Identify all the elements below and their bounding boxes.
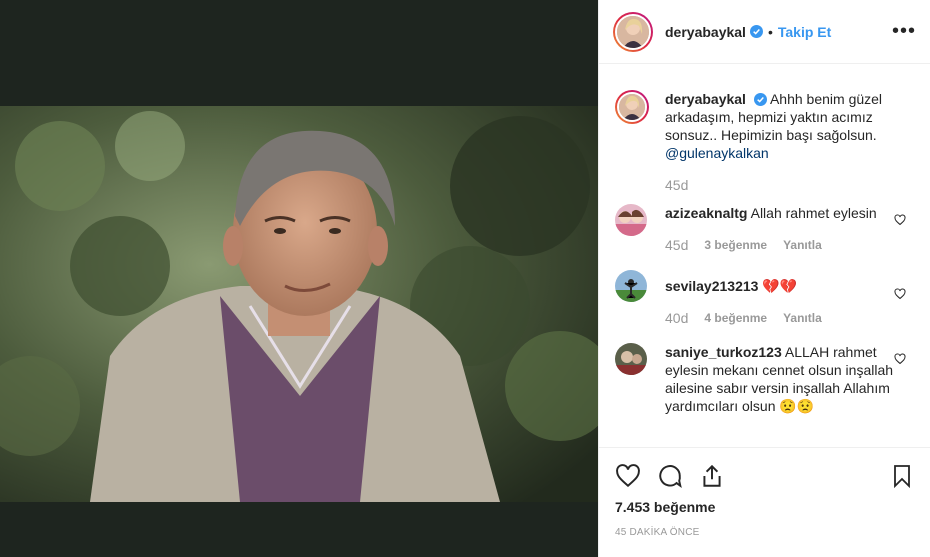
comment-likes[interactable]: 4 beğenme <box>704 309 767 327</box>
author-avatar[interactable] <box>613 11 653 52</box>
comment-item: azizeaknaltg Allah rahmet eylesin 45d 3 … <box>615 204 914 254</box>
commenter-avatar[interactable] <box>615 204 647 236</box>
like-count[interactable]: 7.453 beğenme <box>615 499 914 515</box>
reply-button[interactable]: Yanıtla <box>783 236 822 254</box>
comment-like-heart-icon[interactable] <box>894 288 906 300</box>
portrait-image <box>0 106 598 502</box>
caption-mention[interactable]: @gulenaykalkan <box>665 145 769 161</box>
post-sidebar: deryabaykal • Takip Et ••• deryabaykal A… <box>598 0 930 557</box>
verified-badge-icon <box>753 93 767 106</box>
comment-like-heart-icon[interactable] <box>894 353 906 365</box>
comment-username[interactable]: sevilay213213 <box>665 278 758 294</box>
comment-time[interactable]: 45d <box>665 236 688 254</box>
comment-text: Allah rahmet eylesin <box>750 205 877 221</box>
comment-username[interactable]: azizeaknaltg <box>665 205 747 221</box>
comment-like-heart-icon[interactable] <box>894 214 906 226</box>
comment-bubble-icon[interactable] <box>657 463 683 489</box>
more-options-icon[interactable]: ••• <box>892 20 916 43</box>
verified-badge-icon <box>749 25 763 38</box>
photo-background <box>0 0 598 557</box>
post-actions: 7.453 beğenme 45 DAKİKA ÖNCE <box>599 447 930 538</box>
comment-username[interactable]: saniye_turkoz123 <box>665 344 782 360</box>
comments-list[interactable]: deryabaykal Ahhh benim güzel arkadaşım, … <box>599 78 930 448</box>
comment-text: 💔💔 <box>762 278 798 294</box>
comment-item: saniye_turkoz123 ALLAH rahmet eylesin me… <box>615 343 914 415</box>
commenter-avatar[interactable] <box>615 343 647 375</box>
post-timestamp[interactable]: 45 DAKİKA ÖNCE <box>615 527 914 538</box>
author-username[interactable]: deryabaykal <box>665 24 746 40</box>
post-header: deryabaykal • Takip Et ••• <box>599 0 930 64</box>
follow-button[interactable]: Takip Et <box>778 24 831 40</box>
caption-username[interactable]: deryabaykal <box>665 91 746 107</box>
post-photo[interactable] <box>0 106 598 502</box>
caption-time[interactable]: 45d <box>665 176 688 194</box>
share-icon[interactable] <box>699 463 725 489</box>
comment-item: sevilay213213 💔💔 40d 4 beğenme Yanıtla <box>615 270 914 327</box>
comment-time[interactable]: 40d <box>665 309 688 327</box>
bookmark-icon[interactable] <box>890 463 914 489</box>
caption: deryabaykal Ahhh benim güzel arkadaşım, … <box>615 90 914 194</box>
caption-avatar[interactable] <box>615 90 649 124</box>
reply-button[interactable]: Yanıtla <box>783 309 822 327</box>
commenter-avatar[interactable] <box>615 270 647 302</box>
like-heart-icon[interactable] <box>615 463 641 489</box>
separator-dot: • <box>767 23 773 40</box>
comment-likes[interactable]: 3 beğenme <box>704 236 767 254</box>
